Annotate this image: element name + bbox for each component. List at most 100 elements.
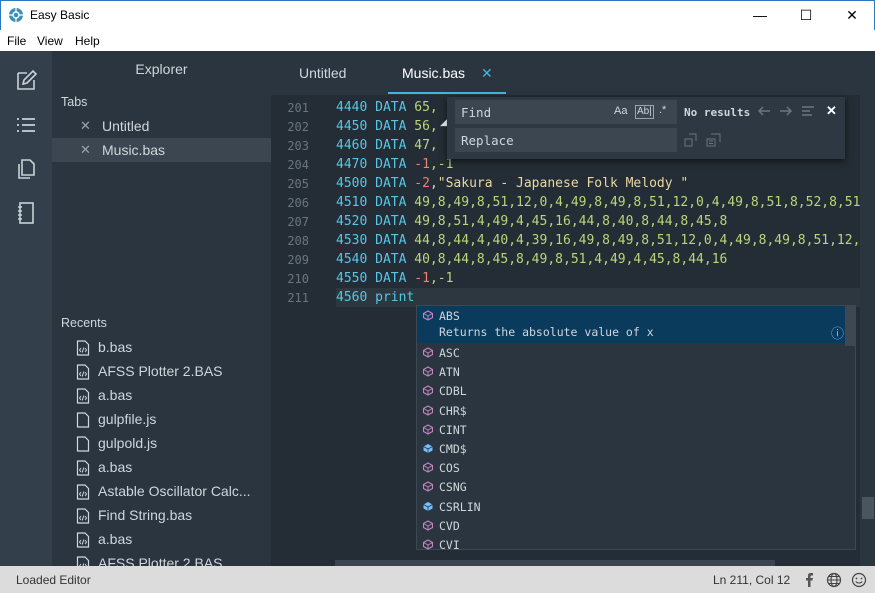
suggestion-item[interactable]: CVD [439,519,460,533]
line-number: 203 [287,139,309,153]
basic-line-number: 4510 [336,195,368,210]
line-number: 209 [287,253,309,267]
suggestion-item[interactable]: CVI [439,538,460,552]
facebook-icon[interactable] [804,572,816,588]
method-icon [423,539,433,550]
keyword: DATA [375,119,407,134]
next-match-icon[interactable] [779,105,793,117]
keyword: DATA [375,176,407,191]
method-icon [423,366,433,377]
method-icon [423,424,433,435]
menu-file[interactable]: File [7,34,26,48]
vertical-scrollbar[interactable] [860,95,875,566]
status-message: Loaded Editor [16,573,91,587]
negative-number: -1 [414,271,430,286]
line-number: 205 [287,177,309,191]
close-tab-button[interactable]: ✕ [481,51,493,95]
suggestion-item[interactable]: ABS [439,309,460,323]
tab-music-bas[interactable]: Music.bas [402,51,465,95]
replace-all-icon[interactable] [706,133,722,147]
editor-tab-strip [271,51,875,95]
files-icon[interactable] [14,157,38,181]
suggestion-item[interactable]: CMD$ [439,442,467,456]
toggle-replace-icon[interactable]: ◢ [440,117,447,128]
recent-file-item[interactable]: Find String.bas [98,507,192,523]
suggestion-item[interactable]: CINT [439,423,467,437]
tab-untitled[interactable]: Untitled [299,51,346,95]
recent-file-item[interactable]: a.bas [98,459,132,475]
smiley-icon[interactable] [851,572,867,588]
recent-file-item[interactable]: gulpold.js [98,435,157,451]
line-number: 210 [287,272,309,286]
edit-icon[interactable] [14,69,38,93]
recent-file-item[interactable]: gulpfile.js [98,411,156,427]
data-values: 56, [414,119,438,134]
suggestion-item[interactable]: CSNG [439,480,467,494]
minimize-button[interactable]: — [737,0,783,30]
method-icon [423,520,433,531]
maximize-button[interactable]: ☐ [783,0,829,30]
code-file-icon [76,460,90,476]
code-line: 4440 DATA 65, [336,100,438,115]
scrollbar-thumb[interactable] [862,497,874,519]
method-icon [423,462,433,473]
previous-match-icon[interactable] [757,105,771,117]
sidebar-tab-label: Music.bas [102,142,166,158]
suggestion-item[interactable]: COS [439,461,460,475]
code-file-icon [76,364,90,380]
recent-file-item[interactable]: b.bas [98,339,132,355]
globe-icon[interactable] [826,572,842,588]
keyword: DATA [375,271,407,286]
suggestion-scrollbar-thumb[interactable] [845,306,855,346]
close-icon[interactable]: ✕ [80,142,91,158]
keyword: DATA [375,252,407,267]
code-file-icon [76,484,90,500]
recent-file-item[interactable]: Astable Oscillator Calc... [98,483,251,499]
list-icon[interactable] [14,113,38,137]
whole-word-icon[interactable]: Ab| [635,105,654,119]
data-values: 49,8,49,8,51,12,0,4,49,8,49,8,51,12,0,4,… [414,195,861,210]
suggestion-item[interactable]: CSRLIN [439,500,481,514]
maximize-icon: ☐ [799,6,813,23]
active-tab-indicator [388,92,506,94]
suggestion-item[interactable]: CDBL [439,384,467,398]
line-number: 201 [287,101,309,115]
keyword: DATA [375,214,407,229]
close-window-button[interactable]: ✕ [829,0,875,30]
data-values: 49,8,51,4,49,4,45,16,44,8,40,8,44,8,45,8 [414,214,728,229]
data-values: ,-1 [429,157,454,172]
close-find-icon[interactable]: ✕ [826,103,837,119]
line-number: 202 [287,120,309,134]
info-icon[interactable]: ⓘ [831,323,844,342]
variable-icon [423,501,433,511]
recent-file-item[interactable]: a.bas [98,531,132,547]
replace-placeholder: Replace [461,133,514,148]
match-case-icon[interactable]: Aa [614,105,627,117]
menu-help[interactable]: Help [75,34,100,48]
variable-icon [423,444,433,453]
code-line: 4460 DATA 47, [336,138,438,153]
suggestion-item[interactable]: CHR$ [439,404,467,418]
basic-line-number: 4560 [336,290,368,305]
line-number: 207 [287,215,309,229]
recent-file-item[interactable]: a.bas [98,387,132,403]
suggestion-item[interactable]: ASC [439,346,460,360]
suggestion-item[interactable]: ATN [439,365,460,379]
replace-one-icon[interactable] [684,133,698,147]
code-line: 4550 DATA -1,-1 [336,271,453,286]
regex-icon[interactable]: .* [659,104,666,116]
method-icon [423,385,433,397]
basic-line-number: 4520 [336,214,368,229]
close-icon[interactable]: ✕ [80,118,91,134]
menu-view[interactable]: View [37,34,63,48]
basic-line-number: 4550 [336,271,368,286]
method-icon [423,481,433,493]
line-number: 208 [287,234,309,248]
cursor-position[interactable]: Ln 211, Col 12 [713,573,790,587]
recent-file-item[interactable]: AFSS Plotter 2.BAS [98,363,223,379]
find-in-selection-icon[interactable] [801,105,815,117]
notebook-icon[interactable] [14,201,38,225]
suggestion-detail: Returns the absolute value of x [439,325,654,339]
code-line: 4530 DATA 44,8,44,4,40,4,39,16,49,8,49,8… [336,233,868,248]
keyword: print [375,290,415,305]
